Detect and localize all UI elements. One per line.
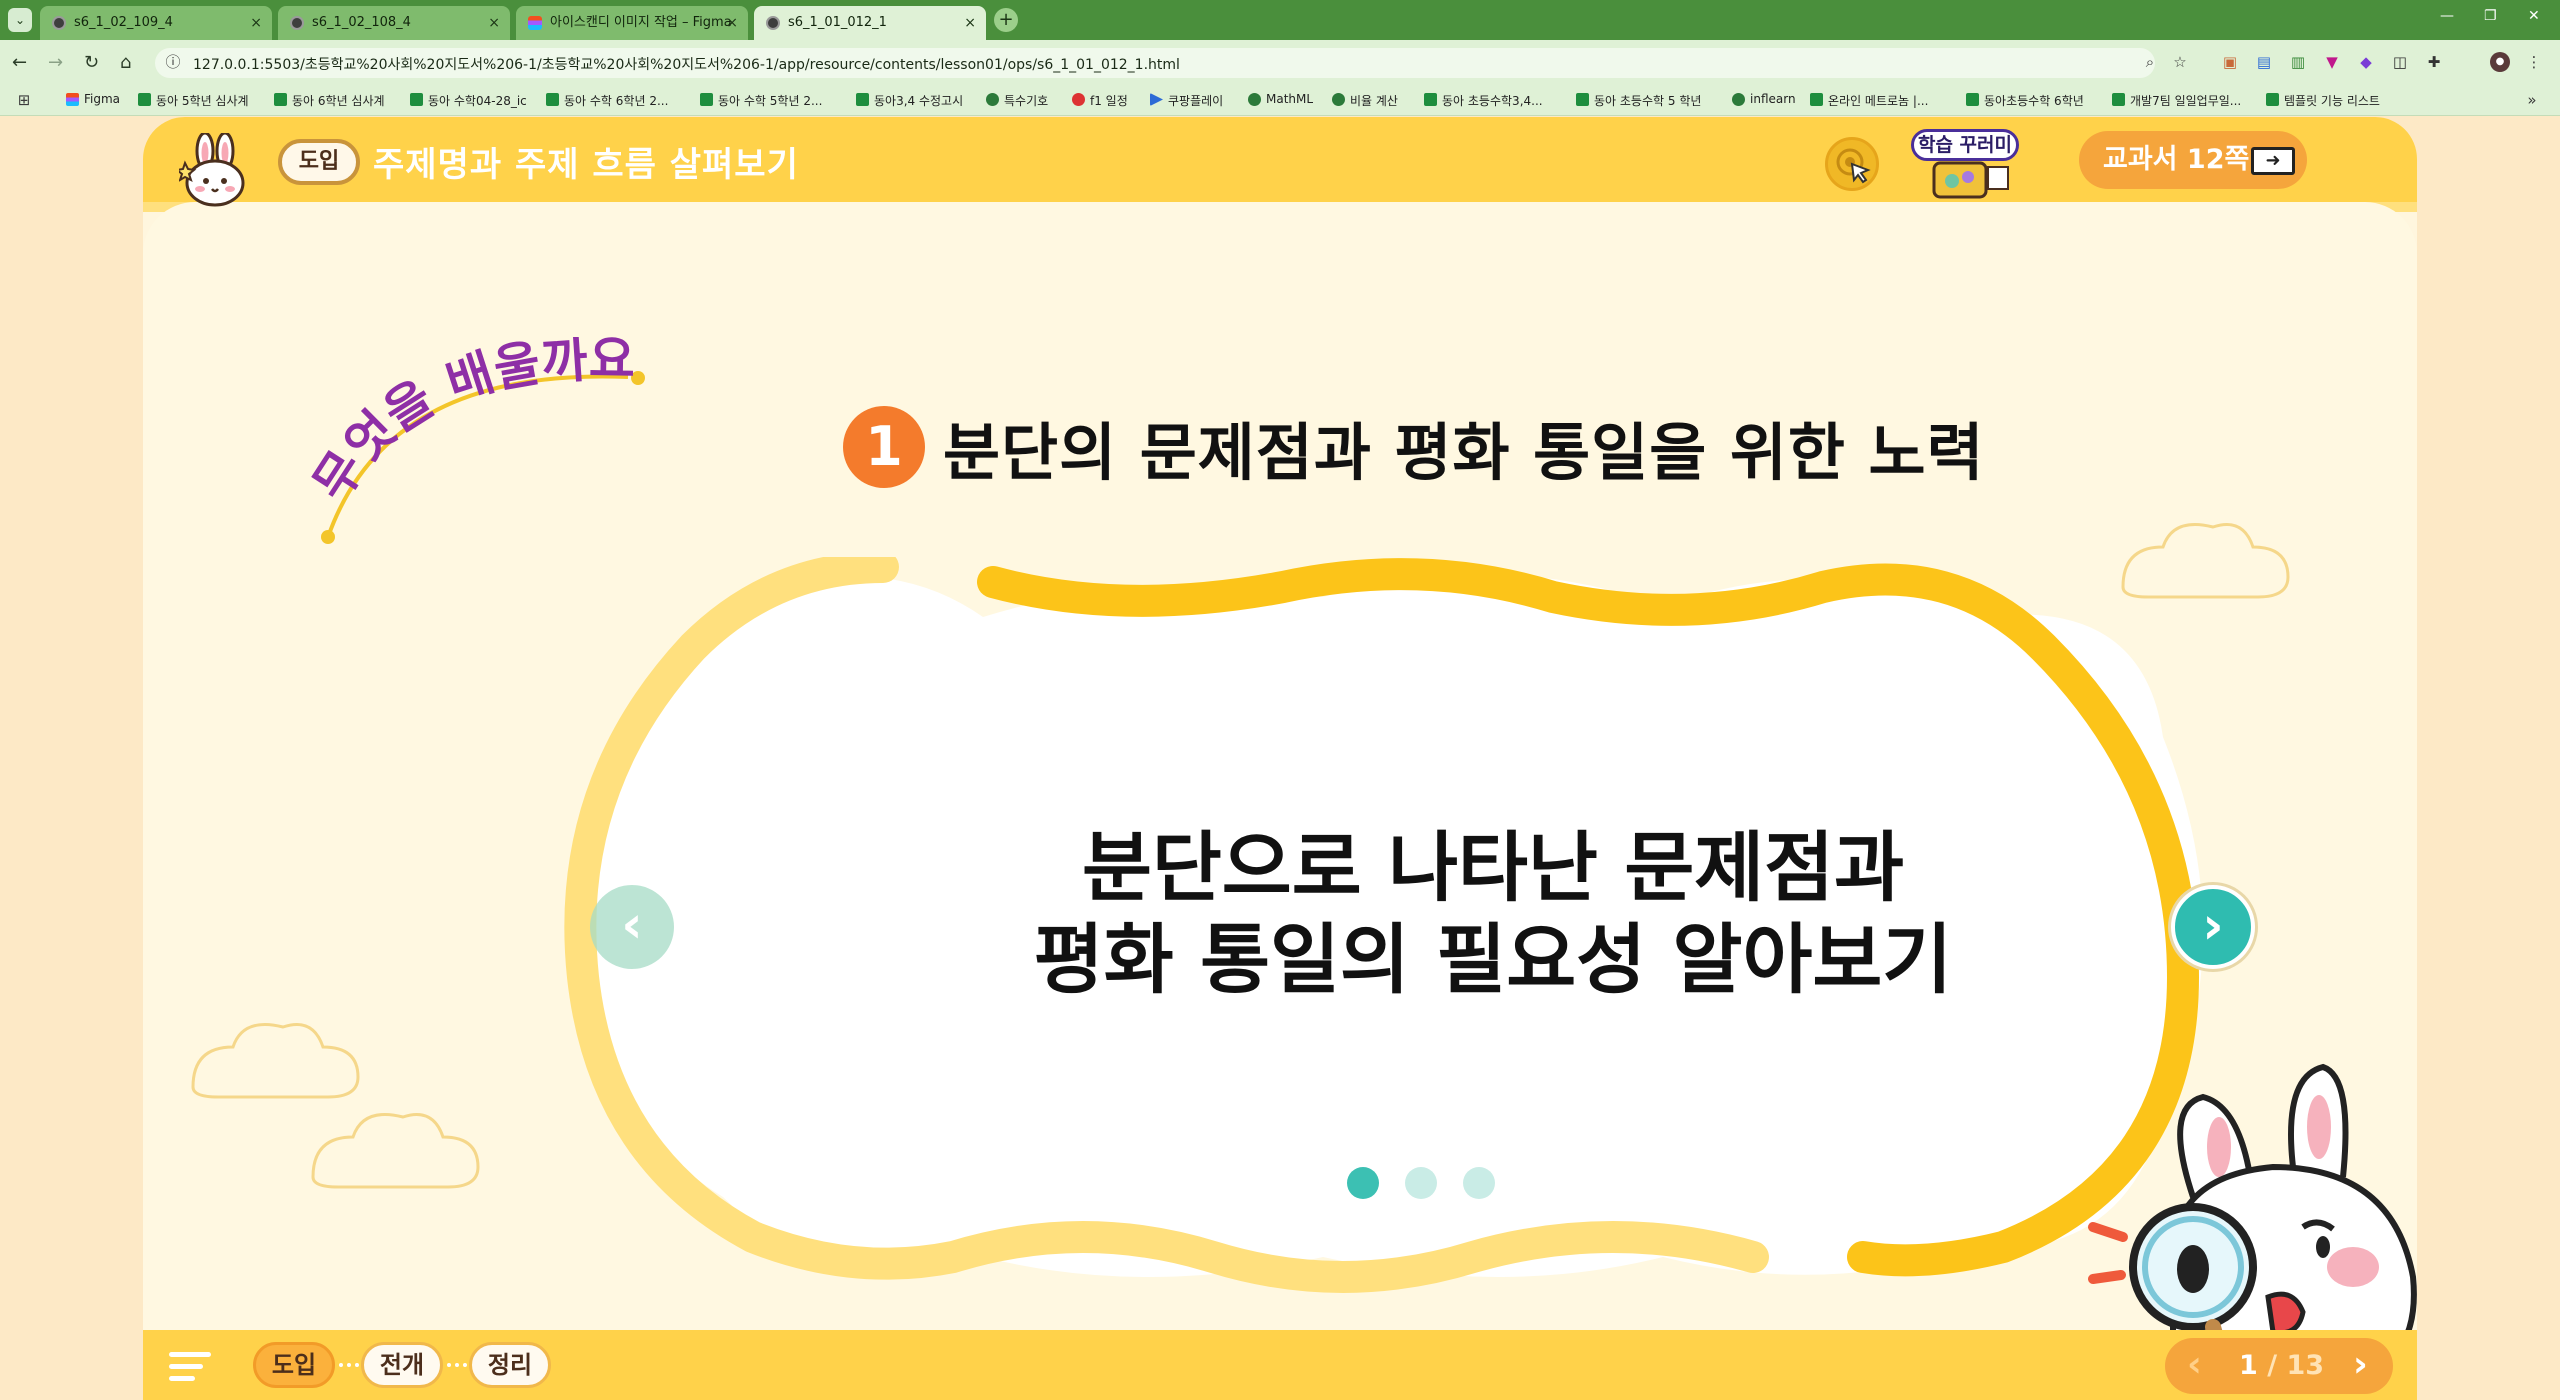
page-navigator: ‹ 1 / 13 › <box>2165 1338 2393 1394</box>
slide-dot-3[interactable] <box>1463 1167 1495 1199</box>
bookmark-item[interactable]: 동아 5학년 심사계 <box>138 92 249 109</box>
hamburger-menu-icon[interactable] <box>169 1352 211 1382</box>
bookmark-item[interactable]: 쿠팡플레이 <box>1150 92 1223 109</box>
bookmark-item[interactable]: 개발7팀 일일업무일... <box>2112 92 2241 109</box>
bookmark-item[interactable]: 동아 수학 6학년 2... <box>546 92 668 109</box>
close-icon[interactable]: × <box>964 6 976 40</box>
topic-title: 분단의 문제점과 평화 통일을 위한 노력 <box>943 416 1985 489</box>
tab-search-button[interactable]: ⌄ <box>8 8 32 32</box>
cursor-click-icon <box>1836 148 1871 184</box>
profile-avatar[interactable]: ● <box>2490 52 2510 72</box>
intro-badge: 도입 <box>278 139 360 185</box>
bunny-logo-icon <box>179 133 245 207</box>
home-icon[interactable]: ⌂ <box>120 52 131 73</box>
tab-title: s6_1_02_108_4 <box>312 15 411 30</box>
kebab-menu-icon[interactable]: ⋮ <box>2524 52 2544 72</box>
lesson-goal-text: 분단으로 나타난 문제점과 평화 통일의 필요성 알아보기 <box>843 822 2143 1006</box>
header-title: 주제명과 주제 흐름 살펴보기 <box>373 145 799 185</box>
tab-2[interactable]: s6_1_02_108_4 × <box>278 6 510 40</box>
close-icon[interactable]: × <box>250 6 262 40</box>
bookmark-item[interactable]: 동아 6학년 심사계 <box>274 92 385 109</box>
tab-1[interactable]: s6_1_02_109_4 × <box>40 6 272 40</box>
page-current: 1 <box>2239 1350 2258 1381</box>
browser-tab-bar: ⌄ s6_1_02_109_4 × s6_1_02_108_4 × 아이스캔디 … <box>0 0 2560 40</box>
site-info-icon[interactable]: ⓘ <box>163 52 183 72</box>
lesson-goal-line-2: 평화 통일의 필요성 알아보기 <box>1033 915 1953 1004</box>
back-icon[interactable]: ← <box>12 52 27 73</box>
bookmark-item[interactable]: 동아 초등수학3,4... <box>1424 92 1543 109</box>
step-intro-button[interactable]: 도입 <box>253 1342 335 1388</box>
extension-icon[interactable]: ◆ <box>2356 52 2376 72</box>
lesson-goal-line-1: 분단으로 나타난 문제점과 <box>1081 823 1905 912</box>
bookmark-item[interactable]: 동아 초등수학 5 학년 <box>1576 92 1701 109</box>
arc-title-text: 무엇을 배울까요? <box>298 337 635 511</box>
slide-dot-2[interactable] <box>1405 1167 1437 1199</box>
bookmark-item[interactable]: 동아 수학 5학년 2... <box>700 92 822 109</box>
topic-number-badge: 1 <box>843 406 925 488</box>
page-total: / 13 <box>2267 1350 2325 1381</box>
step-develop-button[interactable]: 전개 <box>361 1342 443 1388</box>
minimize-icon[interactable]: — <box>2440 8 2454 24</box>
apps-grid-icon[interactable]: ⊞ <box>14 90 34 110</box>
reload-icon[interactable]: ↻ <box>84 52 99 73</box>
prev-page-icon[interactable]: ‹ <box>2187 1344 2202 1385</box>
step-connector <box>339 1363 359 1367</box>
tab-title: 아이스캔디 이미지 작업 – Figma <box>550 15 732 30</box>
url-text[interactable]: 127.0.0.1:5503/초등학교%20사회%20지도서%206-1/초등학… <box>193 54 1180 74</box>
tab-title: s6_1_01_012_1 <box>788 15 887 30</box>
puzzle-icon[interactable]: ✚ <box>2424 52 2444 72</box>
bookmark-item[interactable]: 동아 수학04-28_ic <box>410 92 527 109</box>
extension-icon[interactable]: ▥ <box>2288 52 2308 72</box>
globe-icon <box>766 16 780 30</box>
book-arrow-icon[interactable]: ➜ <box>2251 147 2295 175</box>
forward-icon[interactable]: → <box>48 52 63 73</box>
tab-4-active[interactable]: s6_1_01_012_1 × <box>754 6 986 40</box>
page-counter: 1 / 13 <box>2239 1350 2324 1381</box>
slide-dot-1[interactable] <box>1347 1167 1379 1199</box>
bookmark-item[interactable]: f1 일정 <box>1072 92 1128 109</box>
lesson-app: 도입 주제명과 주제 흐름 살펴보기 학습 꾸러미 교과서 12쪽 ➜ 무엇을 … <box>143 117 2417 1400</box>
prev-slide-button[interactable]: ‹ <box>590 885 674 969</box>
close-icon[interactable]: × <box>488 6 500 40</box>
next-page-icon[interactable]: › <box>2353 1344 2368 1385</box>
new-tab-button[interactable]: + <box>994 8 1018 32</box>
globe-icon <box>52 16 66 30</box>
extension-icon[interactable]: ▤ <box>2254 52 2274 72</box>
globe-icon <box>290 16 304 30</box>
zoom-icon[interactable]: ⌕ <box>2140 52 2160 72</box>
step-connector <box>447 1363 467 1367</box>
bookmark-item[interactable]: 템플릿 기능 리스트 <box>2266 92 2380 109</box>
next-slide-button[interactable]: › <box>2171 885 2255 969</box>
cloud-decoration <box>191 1023 480 1189</box>
extension-icon[interactable]: ◫ <box>2390 52 2410 72</box>
what-to-learn-arc: 무엇을 배울까요? <box>298 337 645 544</box>
restore-icon[interactable]: ❐ <box>2484 8 2497 24</box>
bookmark-item[interactable]: 동아3,4 수정고시 <box>856 92 963 109</box>
figma-icon <box>528 16 542 30</box>
tab-3[interactable]: 아이스캔디 이미지 작업 – Figma × <box>516 6 748 40</box>
more-bookmarks-icon[interactable]: » <box>2522 90 2542 110</box>
bookmark-item[interactable]: MathML <box>1248 92 1313 106</box>
bookmark-item[interactable]: 비율 계산 <box>1332 92 1398 109</box>
tab-title: s6_1_02_109_4 <box>74 15 173 30</box>
window-close-icon[interactable]: ✕ <box>2528 8 2540 24</box>
study-kit-button[interactable]: 학습 꾸러미 <box>1911 129 2019 161</box>
bottom-navigation-bar: 도입 전개 정리 ‹ 1 / 13 › <box>143 1330 2417 1400</box>
bookmark-item[interactable]: 특수기호 <box>986 92 1048 109</box>
step-summary-button[interactable]: 정리 <box>469 1342 551 1388</box>
bookmark-item[interactable]: Figma <box>66 92 120 106</box>
extension-icon[interactable]: ▣ <box>2220 52 2240 72</box>
bookmark-star-icon[interactable]: ☆ <box>2170 52 2190 72</box>
bookmark-item[interactable]: 동아초등수학 6학년 <box>1966 92 2084 109</box>
bookmark-item[interactable]: inflearn <box>1732 92 1796 106</box>
extension-icon[interactable]: ▼ <box>2322 52 2342 72</box>
pointer-tool-button[interactable] <box>1825 137 1879 191</box>
close-icon[interactable]: × <box>726 6 738 40</box>
bookmark-item[interactable]: 온라인 메트로놈 |... <box>1810 92 1928 109</box>
